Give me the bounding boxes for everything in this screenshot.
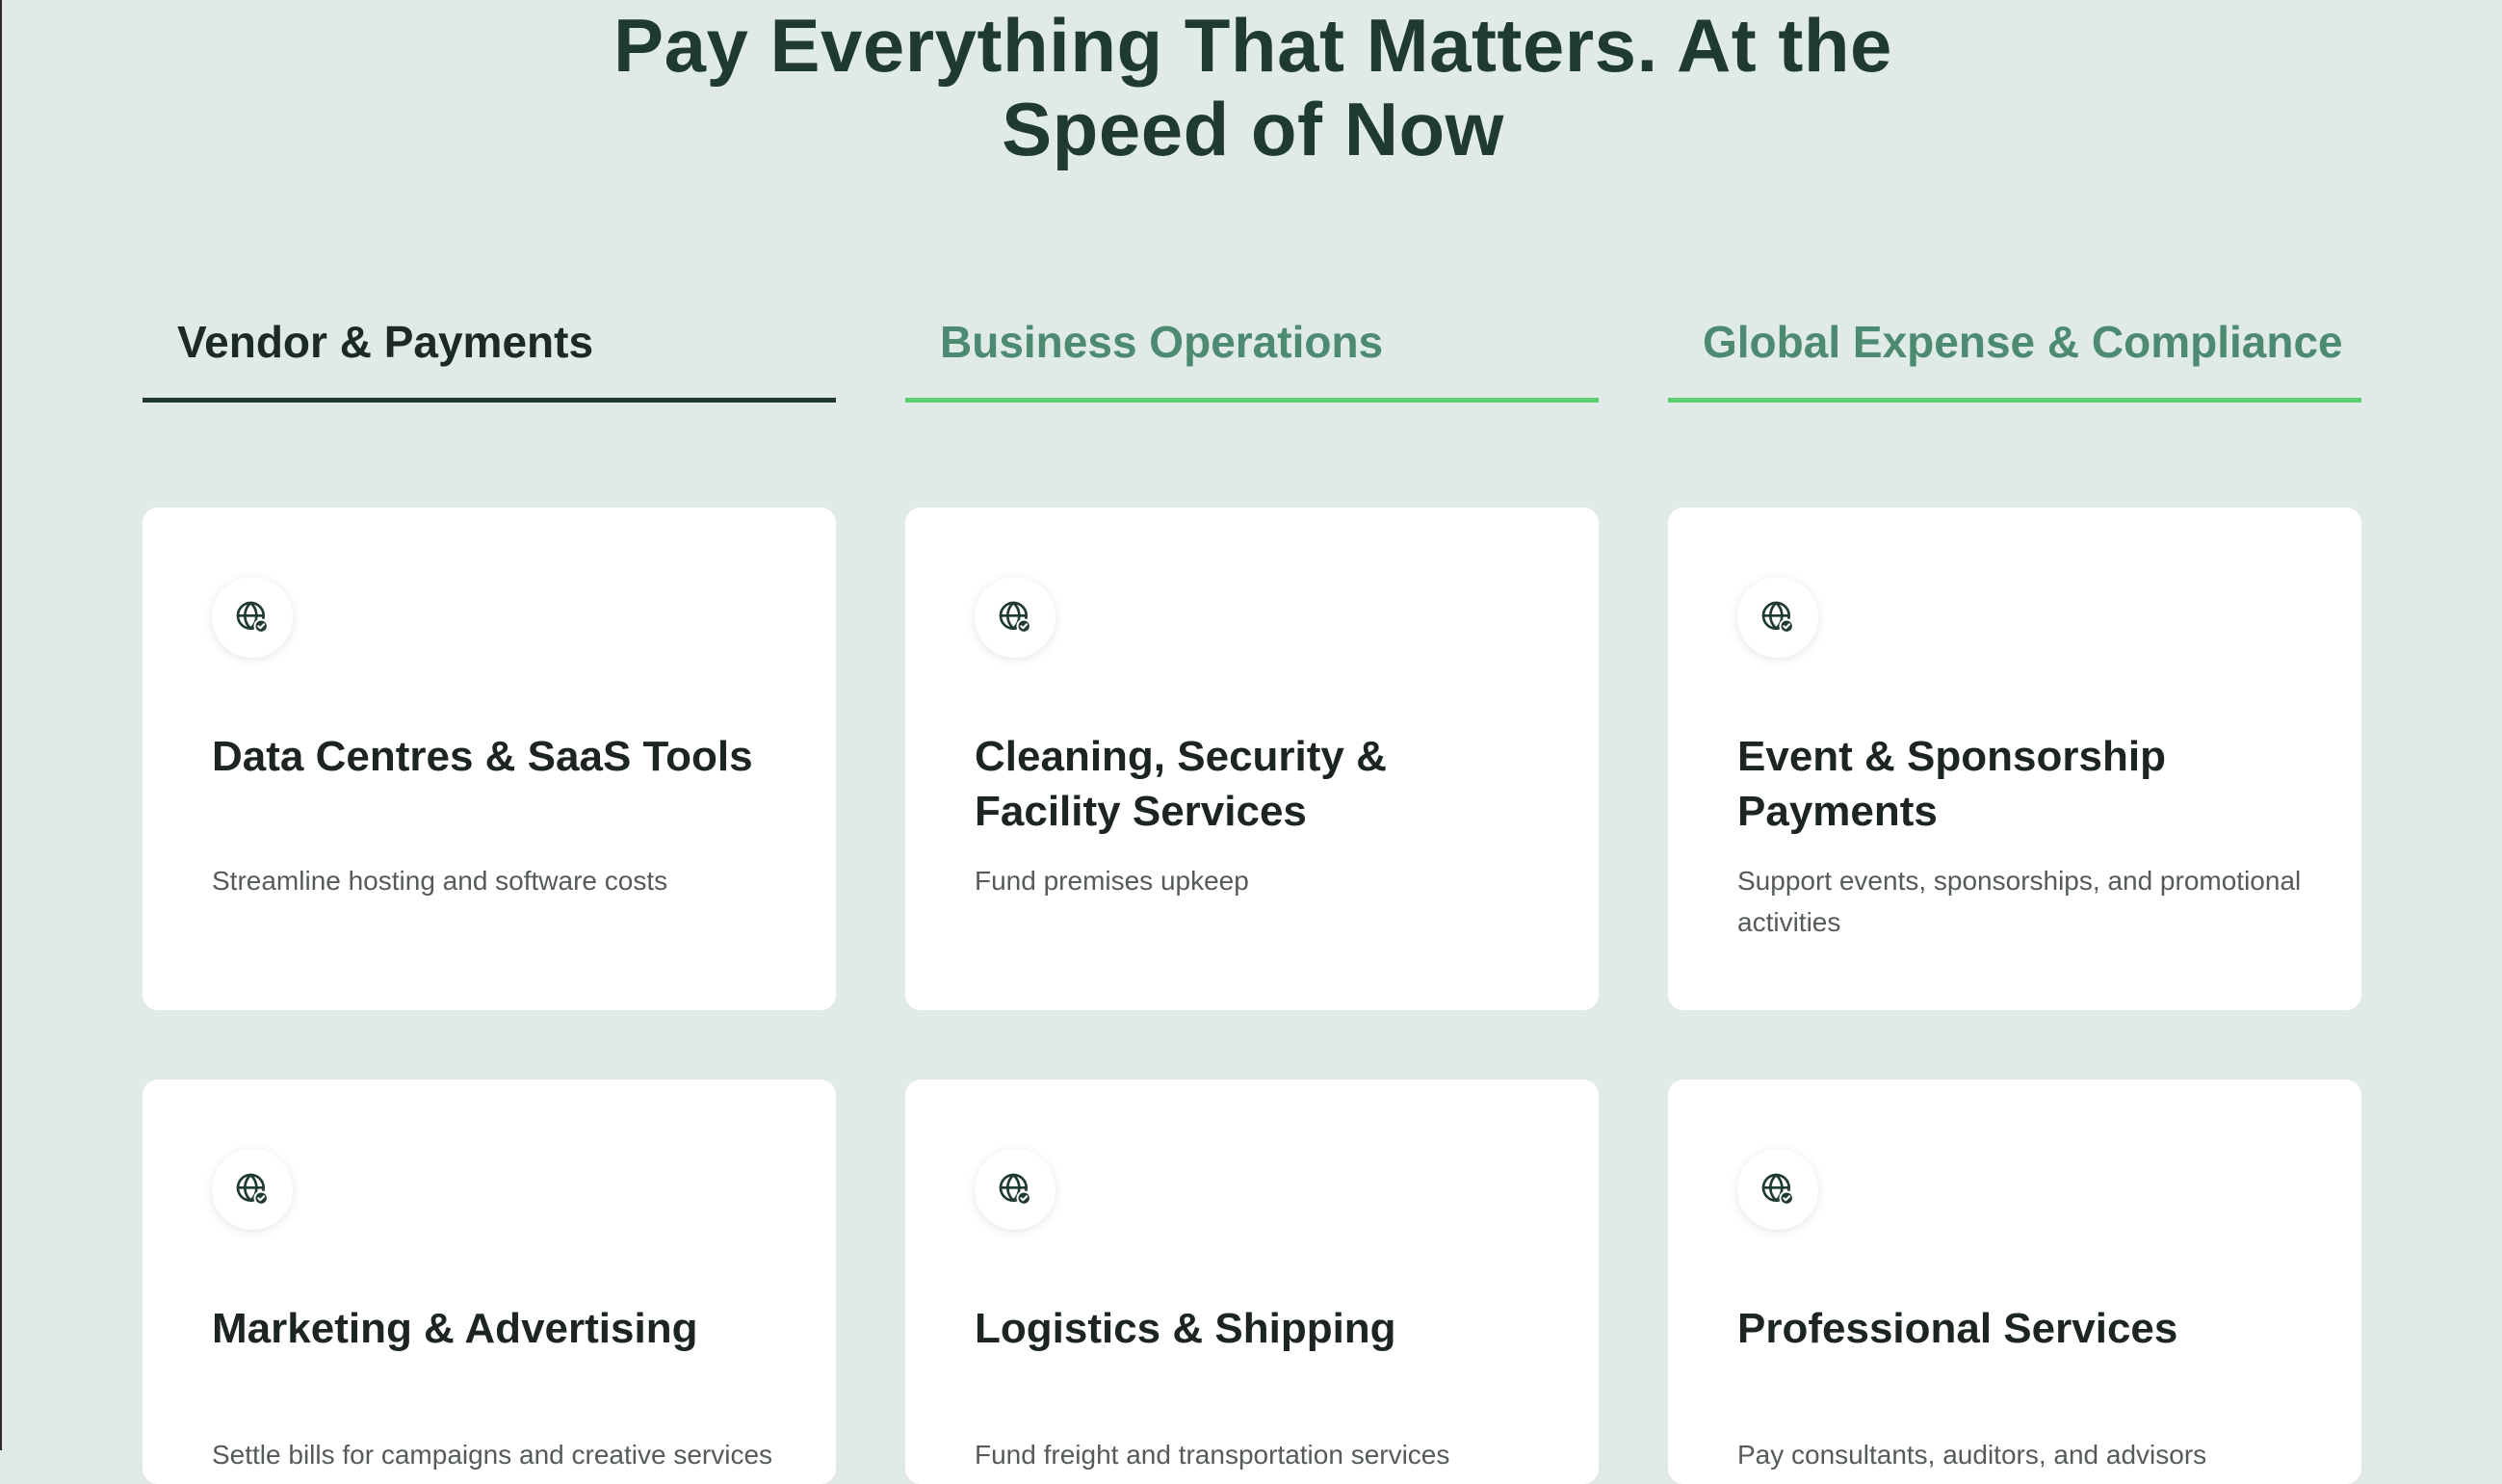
card-description: Fund premises upkeep [975,866,1249,896]
page-title-line-2: Speed of Now [1002,87,1504,171]
globe-check-icon [975,577,1056,658]
card-marketing-advertising[interactable]: Marketing & Advertising Settle bills for… [143,1080,836,1484]
card-event-sponsorship[interactable]: Event & Sponsorship Payments Support eve… [1668,508,2361,1010]
card-title: Professional Services [1737,1305,2178,1352]
card-description: Support events, sponsorships, and promot… [1737,866,2302,937]
tab-global-expense-compliance[interactable]: Global Expense & Compliance [1668,289,2361,403]
globe-check-icon [212,577,293,658]
card-description: Streamline hosting and software costs [212,866,668,896]
card-title: Cleaning, Security & Facility Services [975,733,1387,835]
page-title-line-1: Pay Everything That Matters. At the [613,3,1892,88]
tab-label: Business Operations [940,317,1384,367]
globe-check-icon [975,1149,1056,1230]
card-cleaning-security-facility[interactable]: Cleaning, Security & Facility Services F… [905,508,1599,1010]
category-tabs: Vendor & Payments Business Operations Gl… [143,289,2361,404]
card-logistics-shipping[interactable]: Logistics & Shipping Fund freight and tr… [905,1080,1599,1484]
card-professional-services[interactable]: Professional Services Pay consultants, a… [1668,1080,2361,1484]
card-description: Pay consultants, auditors, and advisors [1737,1440,2207,1470]
tab-label: Vendor & Payments [177,317,594,367]
card-title: Marketing & Advertising [212,1305,698,1352]
globe-check-icon [212,1149,293,1230]
tab-label: Global Expense & Compliance [1703,317,2343,367]
tab-underline [1668,398,2361,403]
tab-underline [143,398,836,403]
tab-vendor-payments[interactable]: Vendor & Payments [143,289,836,403]
page-title: Pay Everything That Matters. At the Spee… [2,4,2502,171]
card-title: Logistics & Shipping [975,1305,1396,1352]
card-title: Data Centres & SaaS Tools [212,733,753,780]
card-data-centres-saas-tools[interactable]: Data Centres & SaaS Tools Streamline hos… [143,508,836,1010]
tab-underline [905,398,1599,403]
card-description: Fund freight and transportation services [975,1440,1450,1470]
card-description: Settle bills for campaigns and creative … [212,1440,773,1470]
card-title: Event & Sponsorship Payments [1737,733,2166,835]
globe-check-icon [1737,577,1818,658]
tab-business-operations[interactable]: Business Operations [905,289,1599,403]
globe-check-icon [1737,1149,1818,1230]
